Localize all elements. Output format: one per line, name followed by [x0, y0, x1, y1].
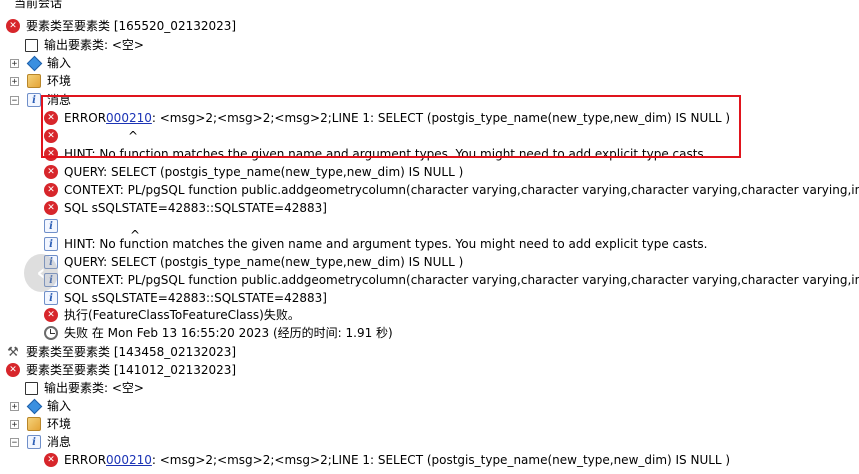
expand-input-button[interactable]: + [10, 58, 19, 68]
expand-environment-button[interactable]: + [10, 76, 19, 86]
messages-label: 消息 [47, 435, 72, 449]
error-message-row[interactable]: ERROR 000210 : <msg>2;<msg>2;<msg>2;LINE… [44, 109, 730, 127]
error-text: : <msg>2;<msg>2;<msg>2;LINE 1: SELECT (p… [151, 111, 731, 125]
error-icon [44, 129, 58, 143]
environment-label: 环境 [47, 74, 72, 88]
hint-row[interactable]: HINT: No function matches the given name… [44, 145, 708, 163]
info-query-text: QUERY: SELECT (postgis_type_name(new_typ… [64, 255, 464, 269]
input-diamond-icon [26, 55, 43, 71]
error-code-link[interactable]: 000210 [106, 451, 152, 469]
collapse-messages-button[interactable]: − [10, 95, 19, 105]
environment-label: 环境 [47, 417, 72, 431]
info-context-row[interactable]: i CONTEXT: PL/pgSQL function public.addg… [44, 271, 859, 289]
sqlstate-row[interactable]: SQL sSQLSTATE=42883::SQLSTATE=42883] [44, 199, 327, 217]
session-title: 要素类至要素类 [143458_02132023] [26, 345, 237, 359]
error-icon [44, 201, 58, 215]
output-featureclass-label: 输出要素类: <空> [44, 38, 144, 52]
info-query-row[interactable]: i QUERY: SELECT (postgis_type_name(new_t… [44, 253, 463, 271]
error-prefix: ERROR [64, 111, 107, 125]
error-message-row[interactable]: ERROR 000210 : <msg>2;<msg>2;<msg>2;LINE… [44, 451, 730, 469]
info-icon: i [44, 237, 58, 251]
error-icon [6, 19, 20, 33]
current-session-row[interactable]: 当前会话 [0, 0, 62, 12]
expand-environment-button[interactable]: + [10, 419, 19, 429]
query-text: QUERY: SELECT (postgis_type_name(new_typ… [64, 165, 464, 179]
session-title: 要素类至要素类 [165520_02132023] [26, 19, 237, 33]
output-featureclass-row[interactable]: 输出要素类: <空> [25, 36, 144, 54]
clock-icon [44, 326, 58, 340]
session-row-141012[interactable]: 要素类至要素类 [141012_02132023] [6, 361, 236, 379]
error-prefix: ERROR [64, 453, 107, 467]
error-icon [6, 363, 20, 377]
input-diamond-icon [26, 398, 43, 414]
output-featureclass-row[interactable]: 输出要素类: <空> [25, 379, 144, 397]
environment-row[interactable]: + 环境 [10, 72, 71, 90]
caret-text: ^ [128, 129, 139, 143]
session-row-165520[interactable]: 要素类至要素类 [165520_02132023] [6, 17, 236, 35]
session-row-143458[interactable]: ⚒ 要素类至要素类 [143458_02132023] [6, 343, 236, 361]
sqlstate-text: SQL sSQLSTATE=42883::SQLSTATE=42883] [64, 201, 327, 215]
hammer-icon: ⚒ [7, 344, 19, 360]
input-label: 输入 [47, 399, 72, 413]
input-label: 输入 [47, 56, 72, 70]
info-context-text: CONTEXT: PL/pgSQL function public.addgeo… [64, 273, 859, 287]
expand-input-button[interactable]: + [10, 401, 19, 411]
checkbox-icon [25, 381, 38, 395]
error-icon [44, 165, 58, 179]
current-session-label: 当前会话 [14, 0, 63, 10]
error-icon [44, 183, 58, 197]
info-icon: i [27, 93, 41, 107]
environment-icon [27, 417, 41, 431]
session-title: 要素类至要素类 [141012_02132023] [26, 363, 237, 377]
environment-icon [27, 74, 41, 88]
context-text: CONTEXT: PL/pgSQL function public.addgeo… [64, 183, 859, 197]
error-icon [44, 111, 58, 125]
input-row[interactable]: + 输入 [10, 54, 71, 72]
results-tree: 当前会话 要素类至要素类 [165520_02132023] 输出要素类: <空… [0, 0, 859, 474]
error-code-link[interactable]: 000210 [106, 109, 152, 127]
exec-failed-text: 执行(FeatureClassToFeatureClass)失败。 [64, 308, 300, 322]
query-row[interactable]: QUERY: SELECT (postgis_type_name(new_typ… [44, 163, 463, 181]
input-row[interactable]: + 输入 [10, 397, 71, 415]
info-sqlstate-row[interactable]: i SQL sSQLSTATE=42883::SQLSTATE=42883] [44, 289, 327, 307]
error-icon [44, 308, 58, 322]
info-sqlstate-text: SQL sSQLSTATE=42883::SQLSTATE=42883] [64, 291, 327, 305]
collapse-messages-button[interactable]: − [10, 437, 19, 447]
output-featureclass-label: 输出要素类: <空> [44, 381, 144, 395]
caret-row[interactable]: ^ [44, 127, 138, 145]
exec-failed-row[interactable]: 执行(FeatureClassToFeatureClass)失败。 [44, 306, 300, 324]
error-text: : <msg>2;<msg>2;<msg>2;LINE 1: SELECT (p… [151, 453, 731, 467]
messages-row[interactable]: − i 消息 [10, 433, 71, 451]
checkbox-icon [25, 38, 38, 52]
info-caret-row: ^ [44, 216, 140, 242]
error-icon [44, 147, 58, 161]
info-hint-text: HINT: No function matches the given name… [64, 237, 708, 251]
chevron-left-icon: ‹ [36, 260, 46, 286]
messages-label: 消息 [47, 93, 72, 107]
environment-row[interactable]: + 环境 [10, 415, 71, 433]
messages-row[interactable]: − i 消息 [10, 91, 71, 109]
error-icon [44, 453, 58, 467]
hint-text: HINT: No function matches the given name… [64, 147, 708, 161]
failed-time-row[interactable]: 失败 在 Mon Feb 13 16:55:20 2023 (经历的时间: 1.… [44, 324, 393, 342]
scroll-left-button[interactable]: ‹ [24, 254, 58, 292]
failed-time-text: 失败 在 Mon Feb 13 16:55:20 2023 (经历的时间: 1.… [64, 326, 393, 340]
info-icon: i [27, 435, 41, 449]
info-icon: i [44, 291, 58, 305]
info-hint-row[interactable]: i HINT: No function matches the given na… [44, 235, 708, 253]
context-row[interactable]: CONTEXT: PL/pgSQL function public.addgeo… [44, 181, 859, 199]
